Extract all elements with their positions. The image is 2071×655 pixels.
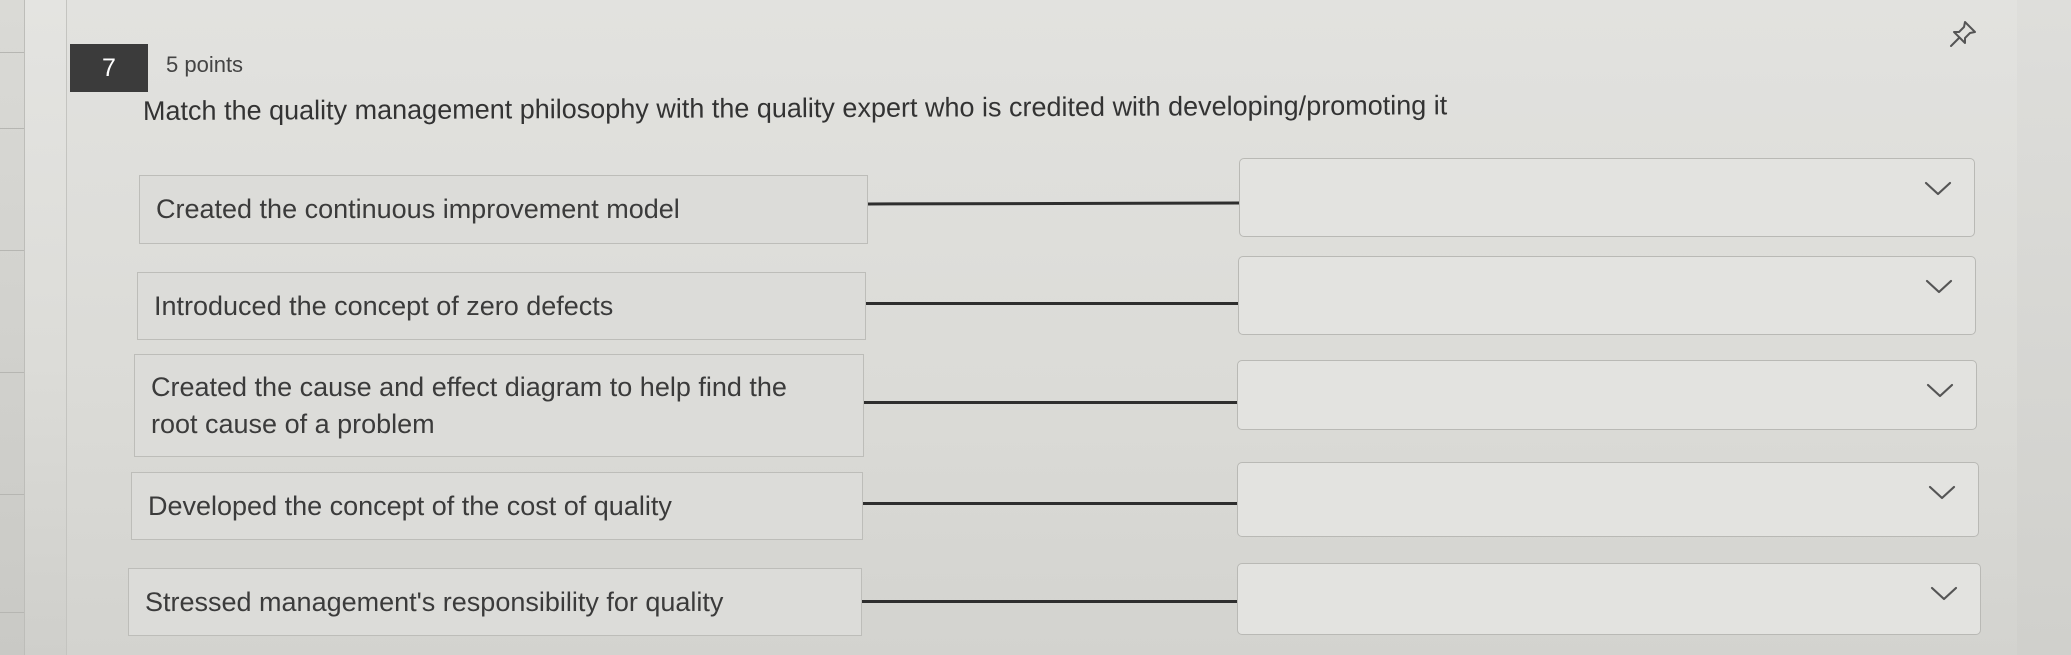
chevron-down-icon: [1930, 586, 1958, 601]
match-prompt-text: Created the continuous improvement model: [156, 194, 680, 225]
match-prompt-3: Created the cause and effect diagram to …: [134, 354, 864, 457]
strip-divider: [0, 250, 24, 251]
match-connector: [863, 502, 1237, 505]
match-prompt-text-line1: Created the cause and effect diagram to …: [151, 372, 787, 403]
pin-icon[interactable]: [1945, 16, 1981, 52]
match-prompt-text: Developed the concept of the cost of qua…: [148, 490, 672, 521]
chevron-down-icon: [1924, 181, 1952, 196]
match-prompt-text: Stressed management's responsibility for…: [145, 586, 724, 617]
strip-divider: [0, 52, 24, 53]
right-panel: [2017, 0, 2071, 655]
strip-divider: [0, 372, 24, 373]
chevron-down-icon: [1925, 279, 1953, 294]
question-prompt: Match the quality management philosophy …: [142, 90, 1448, 126]
match-prompt-2: Introduced the concept of zero defects: [137, 272, 866, 340]
strip-divider: [0, 612, 24, 613]
match-prompt-5: Stressed management's responsibility for…: [128, 568, 862, 636]
match-prompt-text-line2: root cause of a problem: [151, 408, 435, 439]
match-connector: [862, 600, 1237, 603]
answer-select-3[interactable]: [1237, 360, 1977, 430]
question-number-badge: 7: [70, 44, 148, 92]
question-points: 5 points: [166, 52, 244, 77]
match-connector: [864, 401, 1237, 404]
chevron-down-icon: [1926, 383, 1954, 398]
match-prompt-text: Introduced the concept of zero defects: [154, 290, 614, 321]
match-connector: [866, 302, 1238, 305]
screen: 7 5 points Match the quality management …: [0, 0, 2071, 655]
answer-select-5[interactable]: [1237, 563, 1981, 635]
strip-divider: [0, 494, 24, 495]
chevron-down-icon: [1928, 485, 1956, 500]
strip-divider: [0, 128, 24, 129]
answer-select-1[interactable]: [1239, 158, 1975, 237]
match-prompt-1: Created the continuous improvement model: [139, 175, 868, 244]
match-prompt-4: Developed the concept of the cost of qua…: [131, 472, 863, 540]
answer-select-2[interactable]: [1238, 256, 1976, 335]
left-sidebar-strip: [0, 0, 25, 655]
answer-select-4[interactable]: [1237, 462, 1979, 537]
